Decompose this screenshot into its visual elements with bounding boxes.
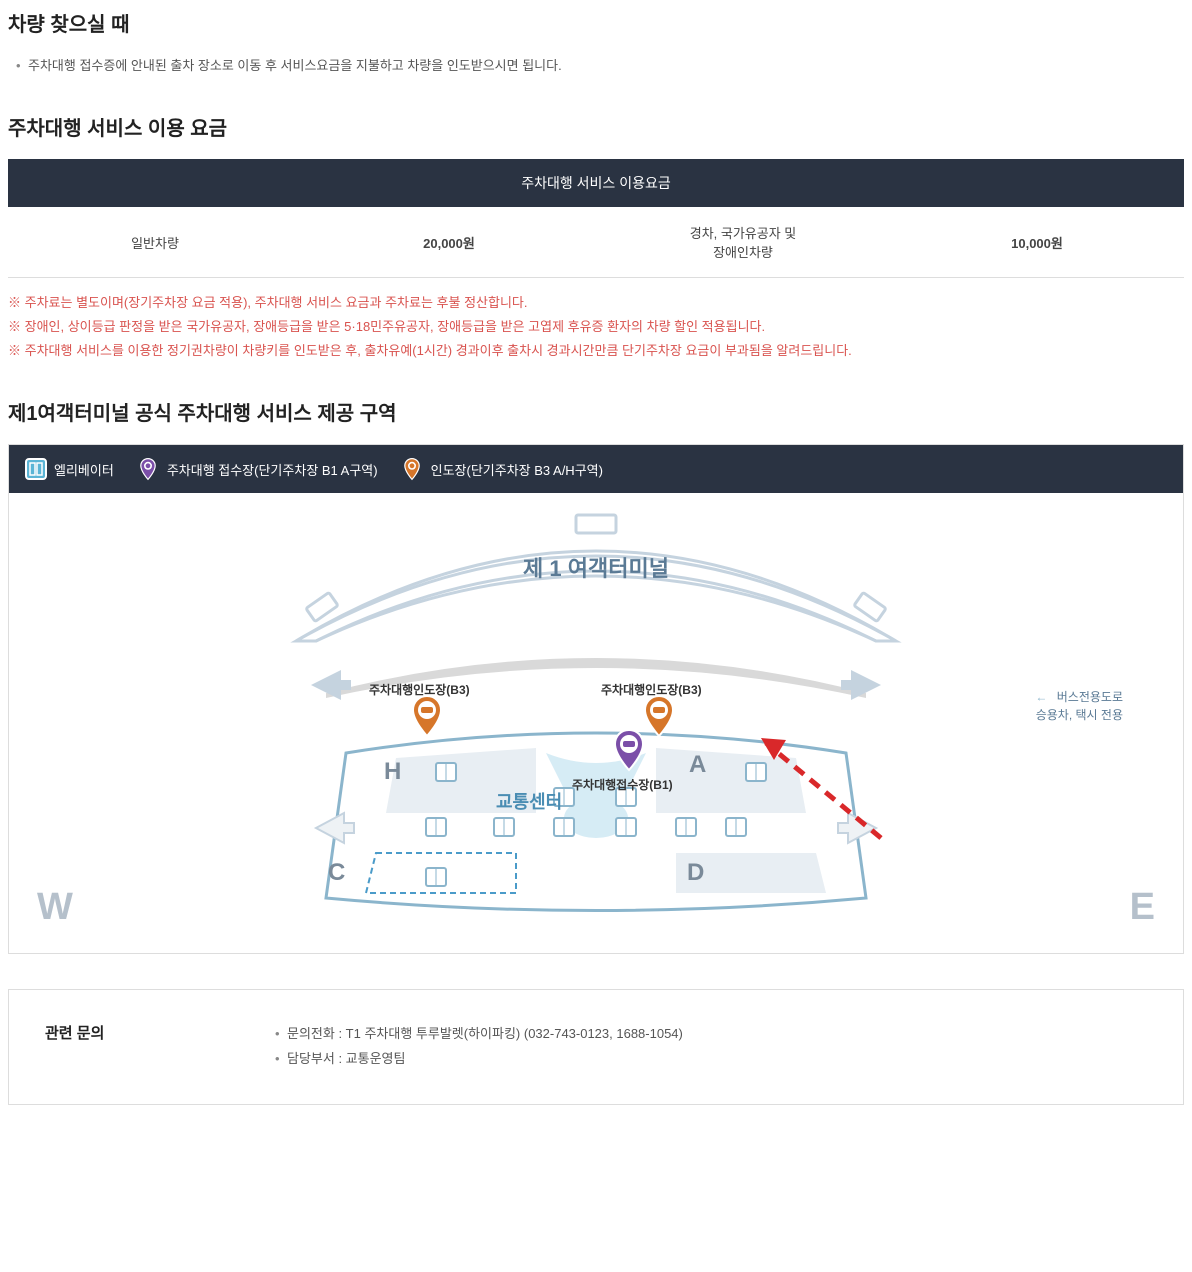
- pickup-title: 차량 찾으실 때: [8, 8, 1184, 37]
- label-area-c: C: [328, 859, 345, 887]
- map-title: 제1여객터미널 공식 주차대행 서비스 제공 구역: [8, 397, 1184, 426]
- map-section: 제1여객터미널 공식 주차대행 서비스 제공 구역 엘리베이터 주차대행 접수장…: [8, 397, 1184, 954]
- fee-notice-2: ※ 장애인, 상이등급 판정을 받은 국가유공자, 장애등급을 받은 5·18민…: [8, 316, 1184, 338]
- contact-title: 관련 문의: [45, 1022, 275, 1043]
- contact-item-2: 담당부서 : 교통운영팀: [275, 1047, 683, 1072]
- map-body: 제 1 여객터미널: [9, 493, 1183, 953]
- delivery-pin-icon: [400, 457, 424, 481]
- label-reception: 주차대행접수장(B1): [572, 776, 673, 793]
- label-traffic-center: 교통센터: [496, 788, 562, 814]
- fee-notices: ※ 주차료는 별도이며(장기주차장 요금 적용), 주차대행 서비스 요금과 주…: [8, 292, 1184, 362]
- fee-table: 주차대행 서비스 이용요금 일반차량 20,000원 경차, 국가유공자 및 장…: [8, 159, 1184, 278]
- label-area-a: A: [689, 751, 706, 779]
- label-area-h: H: [384, 758, 401, 786]
- fee-label-1: 일반차량: [8, 207, 302, 278]
- contact-box: 관련 문의 문의전화 : T1 주차대행 투루발렛(하이파킹) (032-743…: [8, 989, 1184, 1104]
- fee-label-2: 경차, 국가유공자 및 장애인차량: [596, 207, 890, 278]
- terminal-label: 제 1 여객터미널: [523, 551, 669, 583]
- label-area-d: D: [687, 859, 704, 887]
- side-e: E: [1130, 886, 1155, 929]
- fee-price-2: 10,000원: [890, 207, 1184, 278]
- legend-elevator: 엘리베이터: [25, 458, 114, 480]
- map-container: 엘리베이터 주차대행 접수장(단기주차장 B1 A구역) 인도장(단기주차장 B…: [8, 444, 1184, 954]
- reception-pin: [611, 728, 647, 772]
- bus-lane-text: ← 버스전용도로 승용차, 택시 전용: [1035, 688, 1123, 724]
- fee-row: 일반차량 20,000원 경차, 국가유공자 및 장애인차량 10,000원: [8, 207, 1184, 278]
- side-w: W: [37, 886, 73, 929]
- contact-list: 문의전화 : T1 주차대행 투루발렛(하이파킹) (032-743-0123,…: [275, 1022, 683, 1071]
- legend-delivery: 인도장(단기주차장 B3 A/H구역): [400, 457, 603, 481]
- red-arrow: [286, 708, 906, 908]
- pickup-list: 주차대행 접수증에 안내된 출차 장소로 이동 후 서비스요금을 지불하고 차량…: [8, 55, 1184, 77]
- fee-price-1: 20,000원: [302, 207, 596, 278]
- pickup-item: 주차대행 접수증에 안내된 출차 장소로 이동 후 서비스요금을 지불하고 차량…: [16, 55, 1184, 77]
- legend-elevator-label: 엘리베이터: [54, 460, 114, 479]
- label-delivery-a: 주차대행인도장(B3): [601, 681, 702, 698]
- fee-notice-1: ※ 주차료는 별도이며(장기주차장 요금 적용), 주차대행 서비스 요금과 주…: [8, 292, 1184, 314]
- elevator-icon: [25, 458, 47, 480]
- legend-reception-label: 주차대행 접수장(단기주차장 B1 A구역): [167, 460, 378, 479]
- fees-title: 주차대행 서비스 이용 요금: [8, 112, 1184, 141]
- bus-lane-1: 버스전용도로: [1057, 690, 1123, 704]
- contact-item-1: 문의전화 : T1 주차대행 투루발렛(하이파킹) (032-743-0123,…: [275, 1022, 683, 1047]
- label-delivery-h: 주차대행인도장(B3): [369, 681, 470, 698]
- bus-lane-2: 승용차, 택시 전용: [1036, 708, 1123, 722]
- map-legend: 엘리베이터 주차대행 접수장(단기주차장 B1 A구역) 인도장(단기주차장 B…: [9, 445, 1183, 493]
- legend-reception: 주차대행 접수장(단기주차장 B1 A구역): [136, 457, 378, 481]
- fees-section: 주차대행 서비스 이용 요금 주차대행 서비스 이용요금 일반차량 20,000…: [8, 112, 1184, 362]
- arrow-left-icon: ←: [1035, 690, 1047, 704]
- delivery-pin-h: [409, 694, 445, 738]
- legend-delivery-label: 인도장(단기주차장 B3 A/H구역): [431, 460, 603, 479]
- fee-table-header: 주차대행 서비스 이용요금: [8, 159, 1184, 207]
- reception-pin-icon: [136, 457, 160, 481]
- pickup-section: 차량 찾으실 때 주차대행 접수증에 안내된 출차 장소로 이동 후 서비스요금…: [8, 8, 1184, 77]
- fee-notice-3: ※ 주차대행 서비스를 이용한 정기권차량이 차량키를 인도받은 후, 출차유예…: [8, 340, 1184, 362]
